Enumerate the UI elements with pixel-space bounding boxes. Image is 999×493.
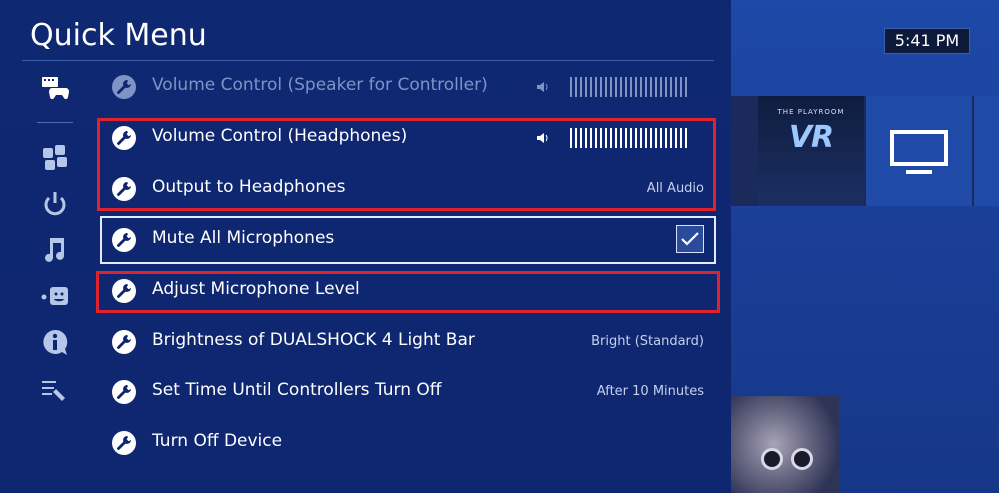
tv-icon	[890, 130, 948, 166]
highlight-box-headphones	[97, 118, 716, 211]
tile-vr-title: VR	[788, 120, 834, 155]
wrench-icon	[112, 75, 136, 99]
menu-item-label: Volume Control (Speaker for Controller)	[152, 75, 488, 95]
volume-slider[interactable]	[570, 77, 690, 97]
menu-item-label: Turn Off Device	[152, 431, 283, 451]
wrench-icon	[112, 330, 136, 354]
wrench-icon	[112, 431, 136, 455]
tile-playroom-vr[interactable]: THE PLAYROOM VR	[758, 96, 864, 206]
tile-game-robot[interactable]	[731, 396, 839, 493]
menu-item-turn-off-device[interactable]: Turn Off Device	[100, 418, 714, 468]
clock: 5:41 PM	[884, 28, 970, 54]
customize-list-icon[interactable]	[38, 372, 72, 406]
menu-item-value: After 10 Minutes	[596, 384, 704, 399]
sidebar-divider	[37, 122, 73, 123]
robot-eye-left	[761, 448, 783, 470]
menu-item-label: Brightness of DUALSHOCK 4 Light Bar	[152, 330, 475, 350]
menu-item-lightbar-brightness[interactable]: Brightness of DUALSHOCK 4 Light Bar Brig…	[100, 317, 714, 367]
info-icon[interactable]	[38, 325, 72, 359]
controller-keyboard-icon[interactable]	[38, 70, 72, 104]
quick-menu-panel: Quick Menu Volume Control (Speaker for C…	[0, 0, 731, 493]
speaker-icon	[537, 82, 548, 92]
menu-item-label: Set Time Until Controllers Turn Off	[152, 380, 442, 400]
page-title: Quick Menu	[30, 18, 207, 53]
tv-stand	[906, 170, 932, 174]
tile-next-partial[interactable]	[974, 96, 999, 206]
menu-item-controller-timeout[interactable]: Set Time Until Controllers Turn Off Afte…	[100, 367, 714, 417]
party-icon[interactable]	[38, 279, 72, 313]
menu-item-volume-speaker[interactable]: Volume Control (Speaker for Controller)	[100, 62, 714, 112]
puzzle-icon[interactable]	[38, 140, 72, 174]
menu-item-value: Bright (Standard)	[591, 334, 704, 349]
tile-tv-video[interactable]	[866, 96, 972, 206]
music-note-icon[interactable]	[38, 232, 72, 266]
tile-vr-subtitle: THE PLAYROOM	[777, 108, 845, 116]
wrench-icon	[112, 380, 136, 404]
title-divider	[22, 60, 714, 61]
highlight-box-mic-level	[96, 271, 720, 313]
robot-eye-right	[791, 448, 813, 470]
focus-cursor	[100, 216, 716, 264]
power-icon[interactable]	[38, 187, 72, 221]
